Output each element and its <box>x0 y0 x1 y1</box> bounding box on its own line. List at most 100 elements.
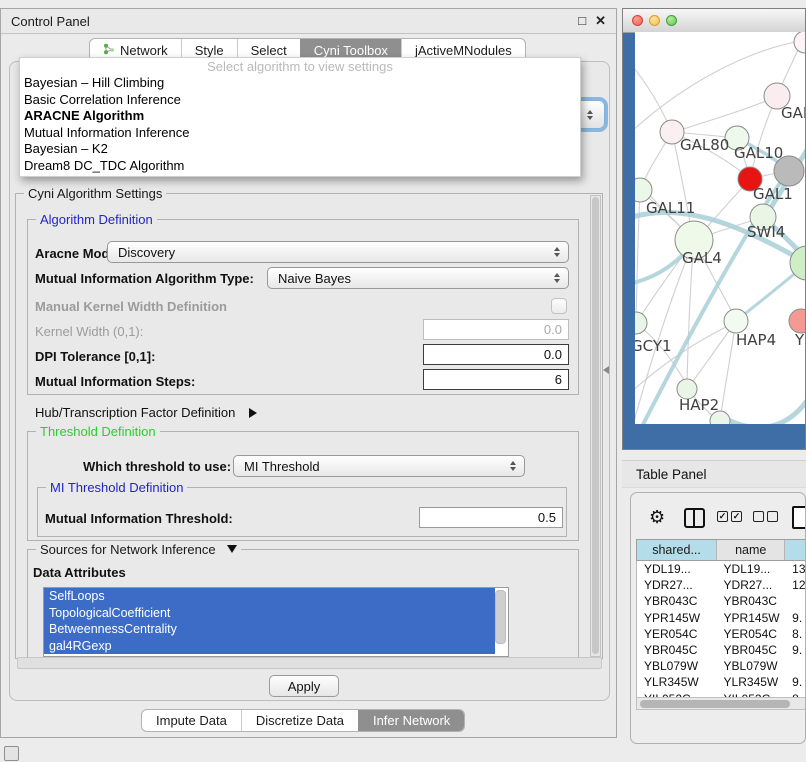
table-cell: 9. <box>785 643 806 657</box>
algorithm-option-dream8-dc-tdc-algorithm[interactable]: Dream8 DC_TDC Algorithm <box>20 158 580 175</box>
deselect-all-icon[interactable] <box>753 511 778 522</box>
combo-arrows-icon <box>554 273 560 283</box>
column-header-shared[interactable]: shared... <box>637 540 716 560</box>
attribute-item-selfloops[interactable]: SelfLoops <box>44 588 495 605</box>
table-row[interactable]: YDR27...YDR27...12 <box>637 577 806 593</box>
table-row[interactable]: YBR043CYBR043C <box>637 593 806 609</box>
node-salmon-node[interactable] <box>789 309 806 333</box>
table-cell: YBR043C <box>717 594 786 608</box>
table-cell: YBR045C <box>637 643 717 657</box>
tab-discretize-data[interactable]: Discretize Data <box>241 710 358 731</box>
tab-label: Cyni Toolbox <box>314 43 388 58</box>
combo-arrows-icon <box>587 110 593 120</box>
tab-label: Network <box>120 43 168 58</box>
table-cell: YBL079W <box>637 659 717 673</box>
threshold-definition-title: Threshold Definition <box>36 424 160 439</box>
table-cell: YPR145W <box>637 611 717 625</box>
control-panel-title: Control Panel <box>11 14 90 29</box>
collapsed-panel-icon[interactable] <box>4 746 19 761</box>
table-cell: YPR145W <box>717 611 786 625</box>
tab-label: jActiveMNodules <box>415 43 512 58</box>
algorithm-option-bayesian-hill-climbing[interactable]: Bayesian – Hill Climbing <box>20 75 580 92</box>
close-icon[interactable]: ✕ <box>595 13 606 29</box>
node-top-partial[interactable] <box>794 32 806 53</box>
node-label-gal4: GAL4 <box>682 249 722 267</box>
minimize-traffic-light-icon[interactable] <box>649 15 660 26</box>
kernel-width-field[interactable] <box>423 319 569 340</box>
which-threshold-value: MI Threshold <box>244 459 320 474</box>
algorithm-option-aracne-algorithm[interactable]: ARACNE Algorithm <box>20 108 580 125</box>
network-canvas[interactable]: GALGAL80GAL10GAL1GAL11SWI4GAL4GCY1HAP4YH… <box>635 32 806 424</box>
aracne-mode-combo[interactable]: Discovery <box>107 241 569 263</box>
split-columns-icon[interactable] <box>684 508 705 528</box>
mi-steps-field[interactable] <box>423 369 569 390</box>
manual-kernel-width-checkbox[interactable] <box>551 298 567 314</box>
tab-infer-network[interactable]: Infer Network <box>358 710 464 731</box>
algorithm-definition-title: Algorithm Definition <box>36 212 157 227</box>
table-row[interactable]: YLR345WYLR345W9. <box>637 674 806 690</box>
table-row[interactable]: YER054CYER054C8. <box>637 626 806 642</box>
hub-section-label: Hub/Transcription Factor Definition <box>35 405 235 420</box>
column-header-name[interactable]: name <box>716 540 784 560</box>
column-header-col3[interactable] <box>784 540 806 560</box>
table-cell: YDL19... <box>717 562 786 576</box>
attributes-scrollbar-thumb[interactable] <box>495 590 506 644</box>
algorithm-dropdown-popup: Select algorithm to view settings Bayesi… <box>19 57 581 177</box>
table-cell: 9. <box>785 675 806 689</box>
data-attributes-list[interactable]: SelfLoopsTopologicalCoefficientBetweenne… <box>43 587 509 657</box>
document-icon[interactable] <box>792 506 806 529</box>
dpi-tolerance-field[interactable] <box>423 344 569 365</box>
algorithm-dropdown-placeholder: Select algorithm to view settings <box>20 58 580 75</box>
gear-icon[interactable]: ⚙ <box>649 506 665 528</box>
table-cell: YLR345W <box>637 675 717 689</box>
table-cell: 9. <box>785 611 806 625</box>
node-label-gal1: GAL1 <box>753 185 793 203</box>
splitter-collapse-icon[interactable] <box>603 366 609 374</box>
which-threshold-combo[interactable]: MI Threshold <box>233 455 525 477</box>
table-cell: YBR045C <box>717 643 786 657</box>
tab-impute-data[interactable]: Impute Data <box>142 710 241 731</box>
close-traffic-light-icon[interactable] <box>632 15 643 26</box>
table-cell: YBR043C <box>637 594 717 608</box>
table-row[interactable]: YBR045CYBR045C9. <box>637 642 806 658</box>
collapse-down-icon[interactable] <box>227 545 237 553</box>
control-panel-bottom-tabs: Impute DataDiscretize DataInfer Network <box>141 709 465 732</box>
apply-button[interactable]: Apply <box>269 675 339 697</box>
table-cell: YBL079W <box>717 659 786 673</box>
node-hap4[interactable] <box>724 309 748 333</box>
table-row[interactable]: YBL079WYBL079W <box>637 658 806 674</box>
attribute-item-betweennesscentrality[interactable]: BetweennessCentrality <box>44 621 495 638</box>
manual-kernel-width-label: Manual Kernel Width Definition <box>35 299 227 314</box>
settings-scrollbar[interactable] <box>590 195 601 657</box>
data-attributes-label: Data Attributes <box>33 565 126 580</box>
table-cell: YDR27... <box>717 578 786 592</box>
select-all-icon[interactable]: ✓✓ <box>717 511 742 522</box>
checked-box-icon: ✓ <box>731 511 742 522</box>
table-cell: YER054C <box>637 627 717 641</box>
settings-scrollbar-thumb[interactable] <box>592 197 599 654</box>
table-hscroll-thumb[interactable] <box>640 700 790 708</box>
node-label-hap2: HAP2 <box>679 396 719 414</box>
kernel-width-label: Kernel Width (0,1): <box>35 324 143 339</box>
table-horizontal-scrollbar[interactable] <box>636 697 806 710</box>
table-row[interactable]: YDL19...YDL19...13 <box>637 561 806 577</box>
maximize-icon[interactable]: □ <box>578 13 586 29</box>
zoom-traffic-light-icon[interactable] <box>666 15 677 26</box>
mi-steps-label: Mutual Information Steps: <box>35 374 195 389</box>
attribute-item-topologicalcoefficient[interactable]: TopologicalCoefficient <box>44 605 495 622</box>
table-panel-header: Table Panel <box>622 460 806 488</box>
table-row[interactable]: YPR145WYPR145W9. <box>637 610 806 626</box>
mi-threshold-field[interactable] <box>419 507 563 528</box>
hub-section-toggle[interactable]: Hub/Transcription Factor Definition <box>35 405 257 420</box>
algorithm-option-bayesian-k2[interactable]: Bayesian – K2 <box>20 141 580 158</box>
attribute-item-gal4rgexp[interactable]: gal4RGexp <box>44 638 495 655</box>
settings-group-title: Cyni Algorithm Settings <box>24 186 166 201</box>
algorithm-option-mutual-information-inference[interactable]: Mutual Information Inference <box>20 125 580 142</box>
sources-group-title[interactable]: Sources for Network Inference <box>36 542 241 557</box>
table-cell: YER054C <box>717 627 786 641</box>
expand-right-icon[interactable] <box>249 408 257 418</box>
checked-box-icon: ✓ <box>717 511 728 522</box>
node-label-hap4: HAP4 <box>736 331 776 349</box>
algorithm-option-basic-correlation-inference[interactable]: Basic Correlation Inference <box>20 92 580 109</box>
mi-algorithm-type-combo[interactable]: Naive Bayes <box>267 267 569 289</box>
